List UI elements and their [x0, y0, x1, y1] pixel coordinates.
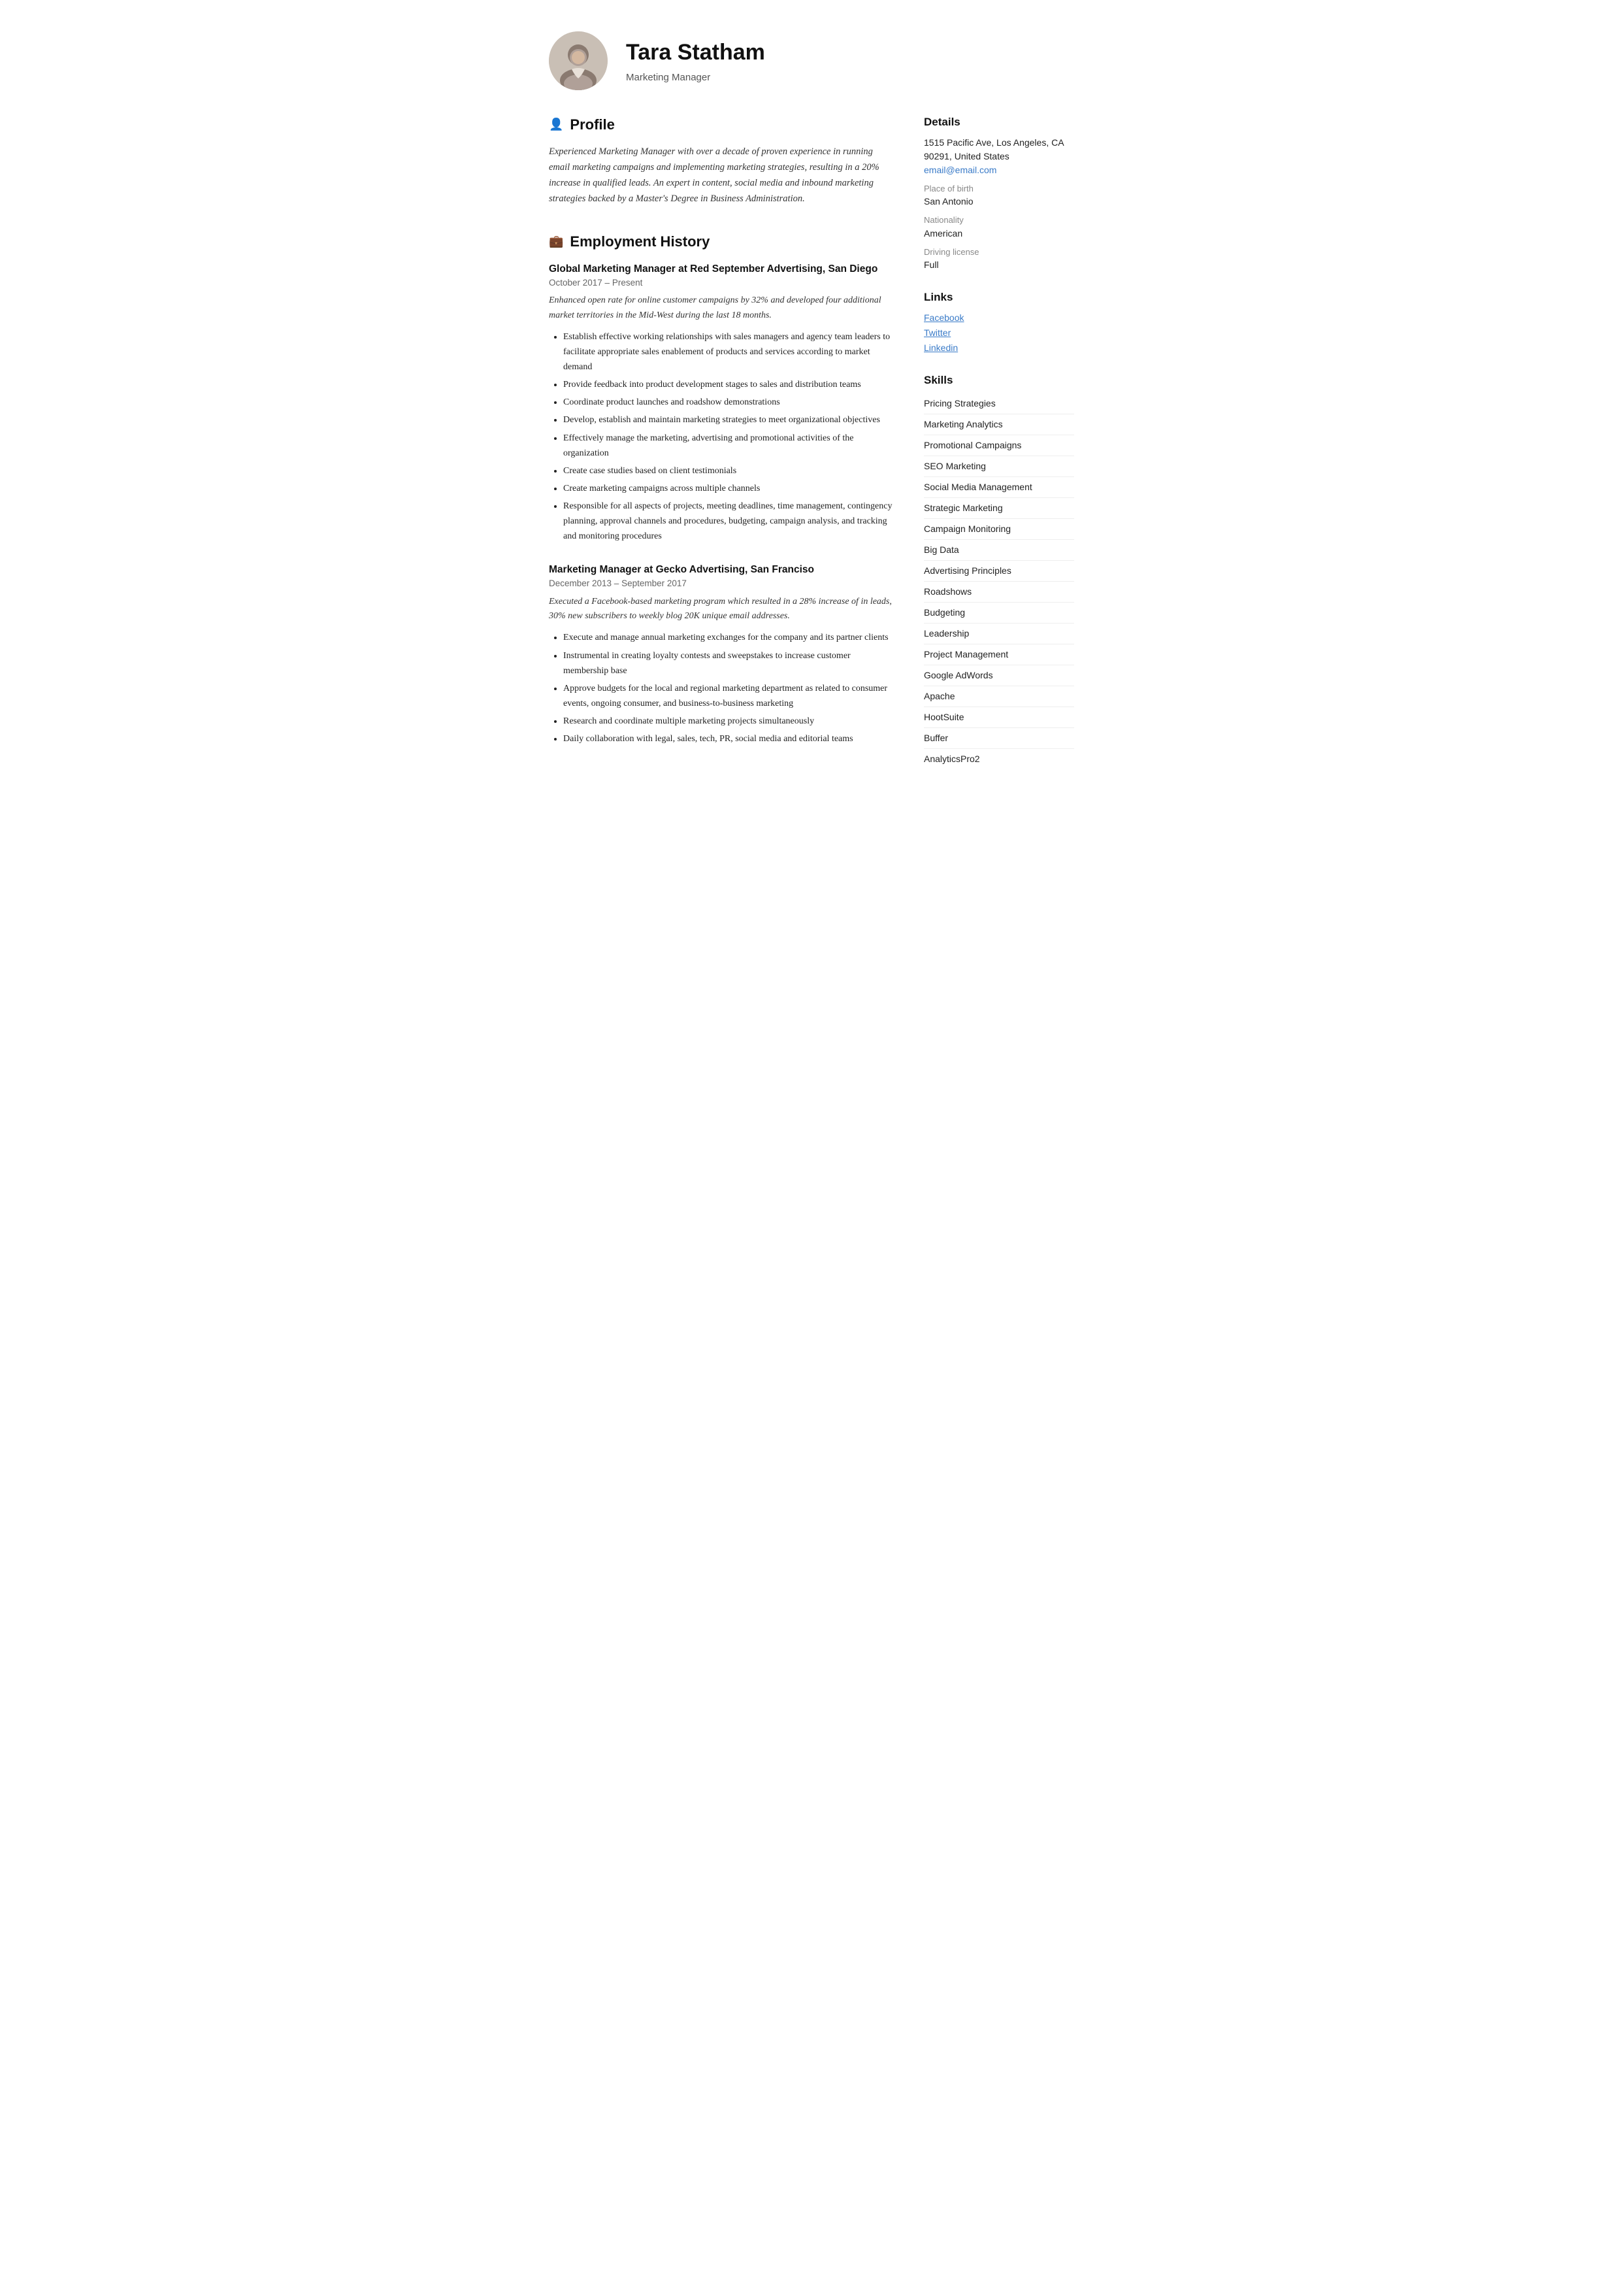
- links-section: Links Facebook Twitter Linkedin: [924, 289, 1074, 355]
- job-2-title: Marketing Manager at Gecko Advertising, …: [549, 562, 893, 577]
- header-name: Tara Statham: [626, 36, 765, 69]
- header-job-title: Marketing Manager: [626, 71, 765, 86]
- skill-item: SEO Marketing: [924, 456, 1074, 477]
- skill-item: Apache: [924, 686, 1074, 707]
- link-twitter[interactable]: Twitter: [924, 326, 1074, 340]
- job-2-dates: December 2013 – September 2017: [549, 577, 893, 590]
- skill-item: AnalyticsPro2: [924, 749, 1074, 769]
- skill-item: Roadshows: [924, 582, 1074, 603]
- job-1-dates: October 2017 – Present: [549, 276, 893, 290]
- skill-item: Leadership: [924, 624, 1074, 644]
- link-facebook[interactable]: Facebook: [924, 311, 1074, 325]
- list-item: Effectively manage the marketing, advert…: [563, 431, 893, 461]
- profile-text: Experienced Marketing Manager with over …: [549, 144, 893, 207]
- list-item: Approve budgets for the local and region…: [563, 681, 893, 711]
- employment-icon: 💼: [549, 233, 563, 250]
- list-item: Develop, establish and maintain marketin…: [563, 412, 893, 427]
- skill-item: Google AdWords: [924, 665, 1074, 686]
- list-item: Execute and manage annual marketing exch…: [563, 630, 893, 645]
- skill-item: Budgeting: [924, 603, 1074, 624]
- email: email@email.com: [924, 163, 1074, 177]
- profile-label: Profile: [570, 114, 614, 135]
- skill-item: Advertising Principles: [924, 561, 1074, 582]
- address: 1515 Pacific Ave, Los Angeles, CA 90291,…: [924, 136, 1074, 163]
- skill-item: Buffer: [924, 728, 1074, 749]
- employment-section-heading: 💼 Employment History: [549, 231, 893, 252]
- side-column: Details 1515 Pacific Ave, Los Angeles, C…: [924, 114, 1074, 786]
- job-1-summary: Enhanced open rate for online customer c…: [549, 293, 893, 323]
- body-columns: 👤 Profile Experienced Marketing Manager …: [549, 114, 1074, 786]
- header: Tara Statham Marketing Manager: [549, 31, 1074, 90]
- nationality: American: [924, 227, 1074, 241]
- job-2-summary: Executed a Facebook-based marketing prog…: [549, 595, 893, 624]
- main-column: 👤 Profile Experienced Marketing Manager …: [549, 114, 893, 786]
- driving-license: Full: [924, 258, 1074, 272]
- job-1-bullets: Establish effective working relationship…: [549, 329, 893, 544]
- skill-item: HootSuite: [924, 707, 1074, 728]
- links-heading: Links: [924, 289, 1074, 306]
- list-item: Responsible for all aspects of projects,…: [563, 499, 893, 544]
- list-item: Daily collaboration with legal, sales, t…: [563, 731, 893, 746]
- skill-item: Campaign Monitoring: [924, 519, 1074, 540]
- skill-item: Project Management: [924, 644, 1074, 665]
- avatar: [549, 31, 608, 90]
- employment-label: Employment History: [570, 231, 710, 252]
- profile-icon: 👤: [549, 116, 563, 133]
- driving-license-label: Driving license: [924, 246, 1074, 259]
- job-1-title: Global Marketing Manager at Red Septembe…: [549, 261, 893, 276]
- skill-item: Pricing Strategies: [924, 393, 1074, 414]
- details-heading: Details: [924, 114, 1074, 131]
- skills-heading: Skills: [924, 372, 1074, 389]
- job-1: Global Marketing Manager at Red Septembe…: [549, 261, 893, 544]
- nationality-label: Nationality: [924, 214, 1074, 227]
- list-item: Instrumental in creating loyalty contest…: [563, 648, 893, 678]
- job-2-bullets: Execute and manage annual marketing exch…: [549, 630, 893, 746]
- skill-item: Strategic Marketing: [924, 498, 1074, 519]
- skill-item: Marketing Analytics: [924, 414, 1074, 435]
- place-of-birth: San Antonio: [924, 195, 1074, 208]
- list-item: Create marketing campaigns across multip…: [563, 481, 893, 496]
- list-item: Establish effective working relationship…: [563, 329, 893, 374]
- skill-item: Promotional Campaigns: [924, 435, 1074, 456]
- link-linkedin[interactable]: Linkedin: [924, 341, 1074, 355]
- skill-item: Big Data: [924, 540, 1074, 561]
- resume-page: Tara Statham Marketing Manager 👤 Profile…: [517, 0, 1106, 825]
- skills-section: Skills Pricing Strategies Marketing Anal…: [924, 372, 1074, 770]
- list-item: Provide feedback into product developmen…: [563, 377, 893, 392]
- header-text: Tara Statham Marketing Manager: [626, 36, 765, 86]
- job-2: Marketing Manager at Gecko Advertising, …: [549, 562, 893, 746]
- place-of-birth-label: Place of birth: [924, 182, 1074, 195]
- list-item: Research and coordinate multiple marketi…: [563, 714, 893, 729]
- profile-section-heading: 👤 Profile: [549, 114, 893, 135]
- details-section: Details 1515 Pacific Ave, Los Angeles, C…: [924, 114, 1074, 272]
- list-item: Coordinate product launches and roadshow…: [563, 395, 893, 410]
- skill-item: Social Media Management: [924, 477, 1074, 498]
- list-item: Create case studies based on client test…: [563, 463, 893, 478]
